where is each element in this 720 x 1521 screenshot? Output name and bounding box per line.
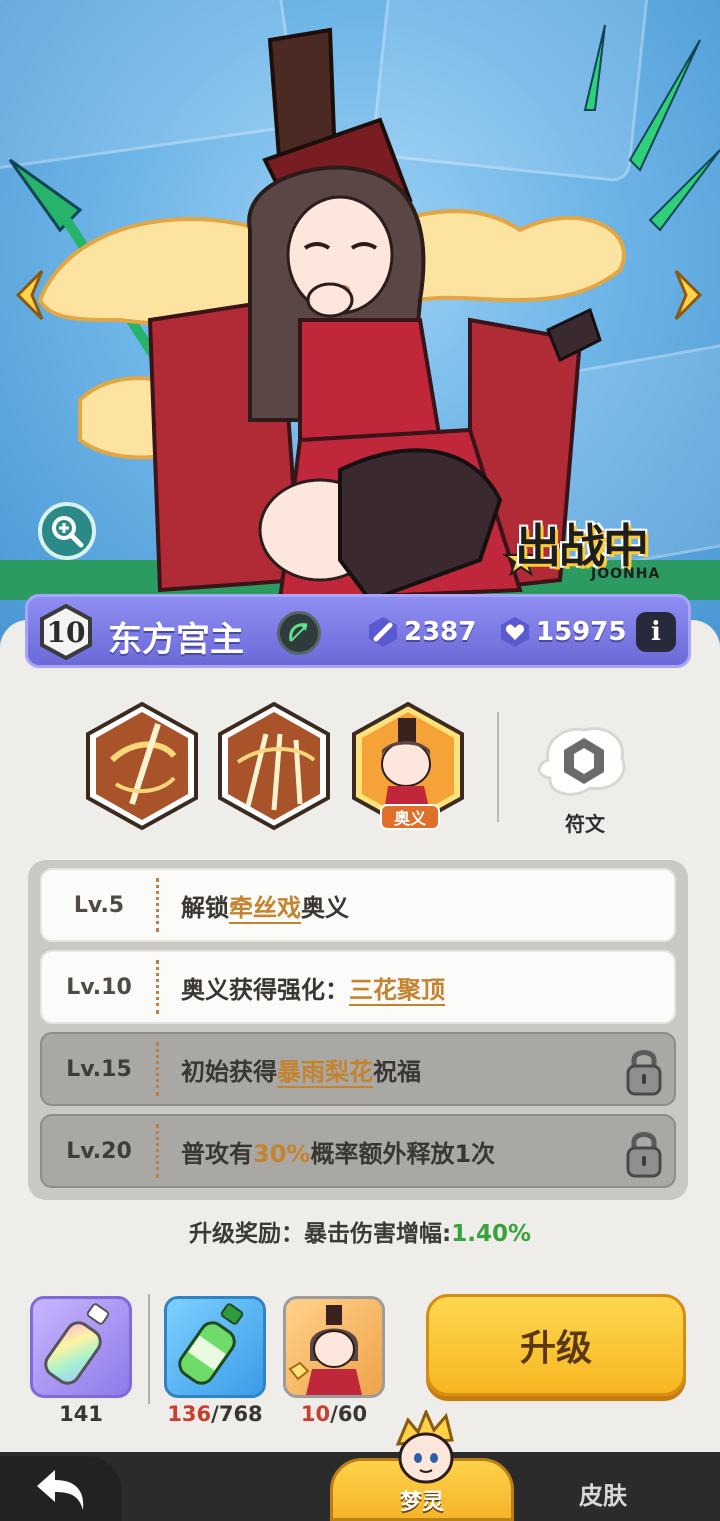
level-number: 10 [46,615,86,649]
green-bottle-count: 136/768 [164,1402,266,1426]
lock-icon [626,1050,662,1096]
unlock-prefix: 普攻有 [181,1139,253,1168]
back-button[interactable] [0,1456,122,1521]
unlock-highlight-link[interactable]: 三花聚顶 [349,975,445,1006]
hero-shard-item[interactable] [283,1296,385,1398]
level-unlocks-list: Lv.5 解锁牵丝戏奥义 Lv.10 奥义获得强化：三花聚顶 Lv.15 初始获… [28,860,688,1200]
unlock-row-lv20: Lv.20 普攻有30%概率额外释放1次 [40,1114,676,1188]
rainbow-bottle-item[interactable] [30,1296,132,1398]
info-button[interactable]: i [636,612,676,652]
health-value: 15975 [536,617,627,647]
upgrade-reward-value: 1.40% [451,1221,531,1247]
unlock-level: Lv.15 [66,1056,132,1082]
back-arrow-icon [37,1469,84,1510]
prev-hero-arrow[interactable] [10,265,50,325]
unlock-suffix: 概率额外释放1次 [310,1139,496,1168]
skills-divider [497,712,499,822]
unlock-level: Lv.10 [66,974,132,1000]
unlock-row-lv15: Lv.15 初始获得暴雨梨花祝福 [40,1032,676,1106]
unlock-row-lv10: Lv.10 奥义获得强化：三花聚顶 [40,950,676,1024]
health-stat: 15975 [498,612,626,652]
skill-1-button[interactable] [82,700,202,832]
in-battle-subtext: JOONHA [591,566,661,582]
green-bottle-have: 136 [167,1402,212,1426]
unlock-row-lv5: Lv.5 解锁牵丝戏奥义 [40,868,676,942]
upgrade-button[interactable]: 升级 [426,1294,686,1396]
unlock-description: 奥义获得强化：三花聚顶 [181,970,445,1006]
heart-icon [501,617,529,647]
hero-shard-count: 10/60 [283,1402,385,1426]
unlock-prefix: 奥义获得强化： [181,975,349,1004]
dotted-divider [156,1124,159,1178]
unlock-highlight-link[interactable]: 暴雨梨花 [277,1057,373,1088]
spirit-character-icon [395,1408,454,1484]
attack-value: 2387 [404,617,477,647]
hero-shard-need: /60 [330,1402,368,1426]
unlock-description: 普攻有30%概率额外释放1次 [181,1134,495,1169]
class-bow-icon[interactable] [277,611,321,655]
hero-artwork: 出战中 JOONHA [0,0,720,640]
chevron-left-icon [15,269,44,321]
unlock-highlight-link[interactable]: 牵丝戏 [229,893,301,924]
tab-skin[interactable]: 皮肤 [548,1476,658,1511]
unlock-prefix: 初始获得 [181,1057,277,1086]
skill-needles-icon [218,701,330,831]
zoom-in-icon [52,516,84,548]
hero-name: 东方宫主 [108,620,244,660]
rainbow-bottle-icon [44,1303,110,1385]
attack-stat: 2387 [366,612,476,652]
rune-label: 符文 [565,812,605,836]
green-bottle-need: /768 [211,1402,263,1426]
skill-2-button[interactable] [214,700,334,832]
rune-icon [537,727,626,796]
bow-icon [289,623,308,642]
level-badge: 10 [38,604,94,660]
hero-shard-have: 10 [300,1402,331,1426]
unlock-level: Lv.5 [73,892,125,918]
green-bottle-icon [178,1303,244,1385]
lock-icon [626,1132,662,1178]
dotted-divider [156,1042,159,1096]
unlock-description: 解锁牵丝戏奥义 [181,888,349,924]
upgrade-reward-text: 升级奖励：暴击伤害增幅:1.40% [0,1214,720,1248]
dotted-divider [156,960,159,1014]
items-divider [148,1294,150,1404]
hero-shard-icon [288,1305,362,1395]
upgrade-reward-label: 升级奖励：暴击伤害增幅: [189,1221,452,1247]
tab-spirit-label: 梦灵 [399,1490,444,1515]
unlock-suffix: 祝福 [373,1057,421,1086]
unlock-level: Lv.20 [66,1138,132,1164]
rune-button[interactable] [528,720,636,804]
unlock-suffix: 奥义 [301,893,349,922]
unlock-highlight: 30% [253,1139,311,1168]
rainbow-bottle-count: 141 [59,1402,103,1426]
spirit-avatar [388,1408,464,1490]
ultimate-tag: 奥义 [380,804,440,830]
skill-slash-icon [86,701,198,831]
sword-icon [369,617,397,647]
green-bottle-item[interactable] [164,1296,266,1398]
zoom-button[interactable] [38,502,96,560]
unlock-prefix: 解锁 [181,893,229,922]
dotted-divider [156,878,159,932]
chevron-right-icon [674,269,703,321]
unlock-description: 初始获得暴雨梨花祝福 [181,1052,421,1088]
in-battle-badge: 出战中 JOONHA [503,508,695,588]
next-hero-arrow[interactable] [668,265,708,325]
